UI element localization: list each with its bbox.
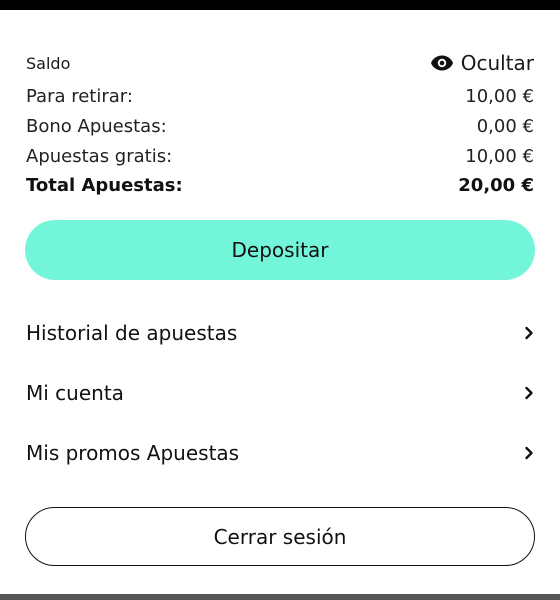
- balance-row-label: Apuestas gratis:: [26, 145, 173, 167]
- balance-row-bonus: Bono Apuestas: 0,00 €: [26, 114, 534, 138]
- balance-row-withdrawable: Para retirar: 10,00 €: [26, 84, 534, 108]
- logout-button[interactable]: Cerrar sesión: [25, 507, 535, 566]
- menu-item-label: Mis promos Apuestas: [26, 441, 240, 465]
- menu-item-my-promos[interactable]: Mis promos Apuestas: [26, 438, 534, 468]
- eye-icon: [430, 54, 454, 72]
- hide-balance-toggle[interactable]: Ocultar: [430, 51, 534, 75]
- dropdown-pointer: [518, 10, 536, 20]
- balance-header: Saldo Ocultar: [26, 50, 534, 76]
- menu-item-bet-history[interactable]: Historial de apuestas: [26, 318, 534, 348]
- hide-balance-label: Ocultar: [460, 51, 534, 75]
- chevron-right-icon: [524, 386, 534, 400]
- backdrop-edge: [0, 594, 560, 600]
- balance-total-label: Total Apuestas:: [26, 174, 183, 196]
- balance-row-total: Total Apuestas: 20,00 €: [26, 173, 534, 197]
- menu-item-label: Mi cuenta: [26, 381, 124, 405]
- balance-row-value: 0,00 €: [476, 115, 534, 137]
- top-bar: [0, 0, 560, 10]
- chevron-right-icon: [524, 446, 534, 460]
- balance-total-value: 20,00 €: [458, 174, 534, 196]
- balance-row-label: Bono Apuestas:: [26, 115, 167, 137]
- balance-row-free-bets: Apuestas gratis: 10,00 €: [26, 144, 534, 168]
- account-dropdown-panel: Saldo Ocultar Para retirar: 10,00 € Bono…: [0, 10, 560, 594]
- menu-item-label: Historial de apuestas: [26, 321, 238, 345]
- balance-title: Saldo: [26, 53, 71, 73]
- balance-row-value: 10,00 €: [465, 85, 534, 107]
- menu-item-my-account[interactable]: Mi cuenta: [26, 378, 534, 408]
- balance-row-label: Para retirar:: [26, 85, 133, 107]
- chevron-right-icon: [524, 326, 534, 340]
- deposit-button[interactable]: Depositar: [25, 220, 535, 280]
- balance-row-value: 10,00 €: [465, 145, 534, 167]
